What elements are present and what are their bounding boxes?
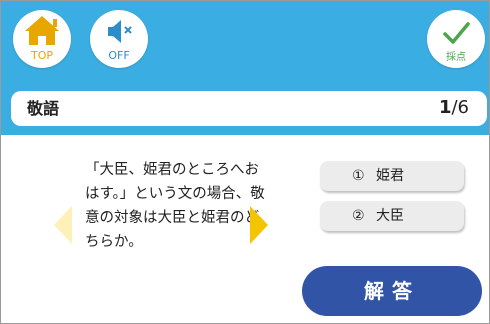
- choice-number: ②: [352, 208, 365, 224]
- current-question-number: 1: [438, 97, 452, 118]
- choice-button-2[interactable]: ② 大臣: [320, 201, 464, 231]
- arrow-right-icon[interactable]: [248, 205, 270, 245]
- question-counter: 1/6: [439, 97, 469, 119]
- choice-label: 大臣: [376, 208, 404, 224]
- grade-button[interactable]: 採点: [427, 10, 485, 68]
- top-button[interactable]: TOP: [13, 10, 71, 68]
- answer-button[interactable]: 解答: [302, 266, 482, 316]
- app-frame: TOP OFF 採点 敬語 1/6 「大臣、姫君のところへおはす。」という文の場…: [0, 0, 490, 324]
- title-bar: 敬語 1/6: [11, 91, 487, 126]
- header: TOP OFF 採点 敬語 1/6: [1, 1, 489, 135]
- choice-button-1[interactable]: ① 姫君: [320, 161, 464, 191]
- grade-button-label: 採点: [446, 52, 466, 63]
- choice-number: ①: [352, 168, 365, 184]
- total-questions: /6: [451, 97, 469, 118]
- sound-toggle-button[interactable]: OFF: [90, 10, 148, 68]
- arrow-left-icon[interactable]: [52, 205, 74, 245]
- top-button-label: TOP: [30, 49, 53, 62]
- sound-button-label: OFF: [108, 49, 130, 62]
- question-text: 「大臣、姫君のところへおはす。」という文の場合、敬意の対象は大臣と姫君のどちらか…: [85, 162, 265, 250]
- page-title: 敬語: [27, 99, 60, 118]
- choice-label: 姫君: [376, 168, 404, 184]
